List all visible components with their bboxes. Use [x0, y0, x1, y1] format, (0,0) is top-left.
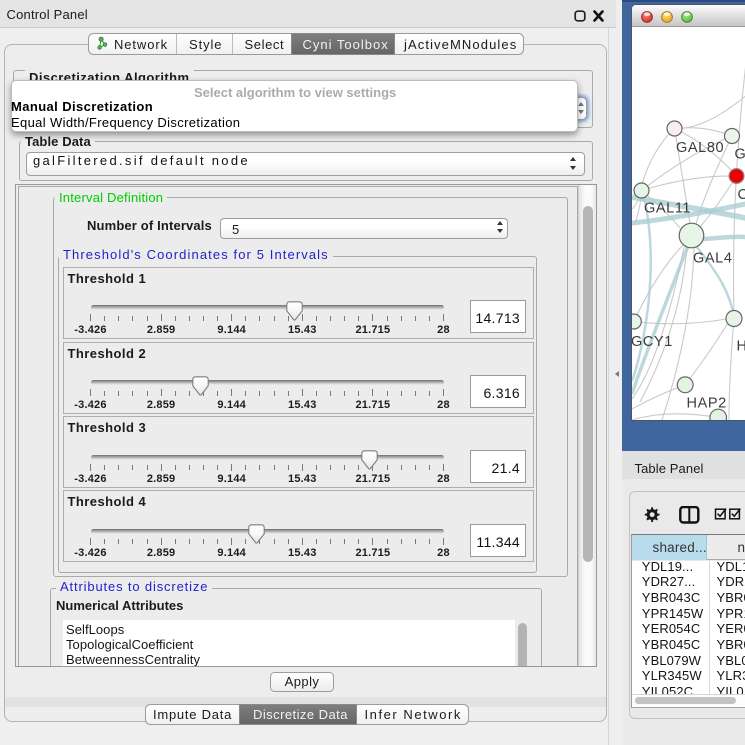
svg-text:HAP2: HAP2: [686, 396, 726, 412]
svg-text:GAL4: GAL4: [693, 251, 732, 267]
svg-text:GAL11: GAL11: [644, 201, 691, 217]
svg-text:H: H: [736, 339, 745, 355]
svg-text:GCY1: GCY1: [632, 334, 673, 350]
svg-text:C: C: [737, 187, 745, 203]
svg-text:GAL80: GAL80: [676, 140, 724, 156]
svg-text:GA: GA: [734, 147, 745, 163]
